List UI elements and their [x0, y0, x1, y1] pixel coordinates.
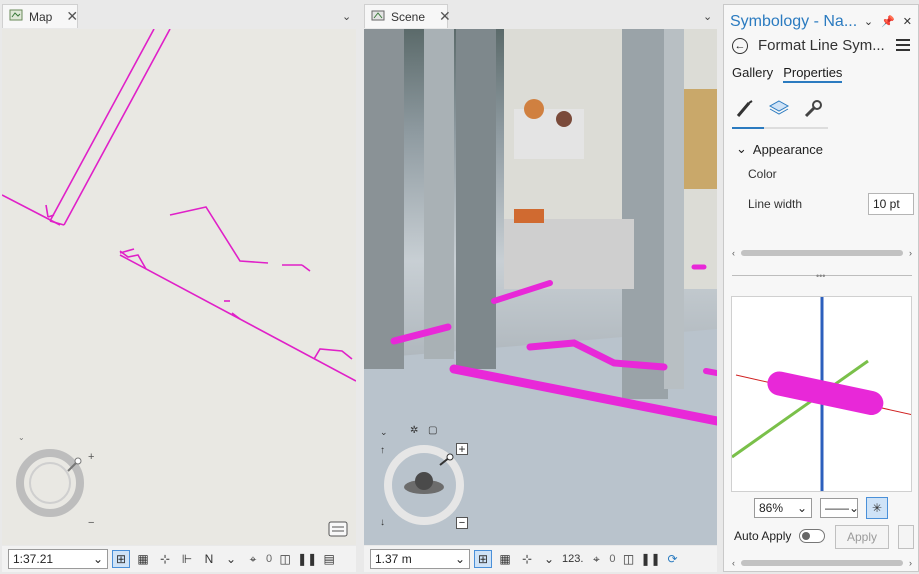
constraints-icon[interactable]: ⊹	[156, 550, 174, 568]
map-selection-count: 0	[266, 553, 273, 565]
color-label: Color	[748, 167, 777, 181]
pan-icon[interactable]: ▢	[428, 425, 437, 436]
chevron-down-icon: ⌄	[736, 141, 747, 156]
tab-scene-label: Scene	[391, 9, 426, 24]
map-view[interactable]: + − ⌄	[2, 29, 356, 545]
zoom-out-icon[interactable]: −	[456, 517, 468, 529]
chevron-down-icon[interactable]: ⌄	[18, 433, 25, 442]
preview-controls: 86% ⌄ —— ⌄ ✳	[754, 497, 888, 519]
scene-view[interactable]: ⌄ ✲ ▢ ↑ ↓ + −	[364, 29, 717, 545]
line-style-combo[interactable]: —— ⌄	[820, 498, 860, 518]
cancel-button[interactable]	[898, 525, 914, 549]
pane-tabs: Gallery Properties	[732, 65, 843, 83]
tab-map[interactable]: Map ✕	[2, 4, 78, 28]
scene-readout: 123.	[562, 553, 584, 565]
snapping-icon[interactable]: ⊞	[474, 550, 492, 568]
scene-selection-count: 0	[609, 553, 616, 565]
appearance-section-header[interactable]: ⌄ Appearance	[736, 141, 823, 157]
section-title: Appearance	[752, 141, 824, 157]
close-icon[interactable]: ✕	[903, 15, 912, 28]
zoom-in-icon[interactable]: +	[456, 443, 468, 455]
layers-icon[interactable]	[768, 97, 790, 121]
zoom-value: 86%	[759, 501, 784, 515]
scene-navigator-control[interactable]	[382, 443, 466, 530]
back-arrow-icon[interactable]: ←	[732, 37, 748, 54]
table-icon[interactable]: ▤	[320, 550, 338, 568]
auto-apply-toggle[interactable]	[799, 529, 826, 543]
chevron-right-icon[interactable]: ›	[909, 248, 912, 258]
tab-scene[interactable]: Scene ✕	[364, 4, 451, 28]
app-window: Map ✕ ⌄ Scene ✕ ⌄ + − ⌄ ⌄ ✲ ▢ ↑ ↓ + − 1:…	[0, 0, 919, 574]
pin-icon[interactable]: 📌	[881, 15, 895, 28]
scroll-thumb[interactable]	[741, 560, 903, 566]
grip-icon[interactable]: •••	[816, 271, 825, 281]
chevron-down-icon: ⌄	[849, 501, 860, 515]
symbol-preview[interactable]	[731, 296, 912, 492]
paintbrush-icon[interactable]	[734, 97, 756, 121]
zoom-out-icon[interactable]: −	[88, 517, 94, 529]
chevron-down-icon: ⌄	[454, 552, 465, 566]
north-arrow-icon[interactable]: N	[200, 550, 218, 568]
line-style-icon: ——	[825, 501, 849, 515]
symbology-pane: Symbology - Na... ⌄ 📌 ✕ ← Format Line Sy…	[723, 4, 919, 572]
chevron-down-icon[interactable]: ⌄	[703, 10, 712, 23]
pause-icon[interactable]: ❚❚	[641, 550, 661, 568]
pane-title: Symbology - Na...	[730, 13, 858, 30]
close-icon[interactable]: ✕	[439, 8, 451, 25]
auto-apply-row: Auto Apply	[734, 529, 826, 543]
line-width-label: Line width	[748, 197, 803, 211]
tab-properties[interactable]: Properties	[783, 65, 843, 83]
map-statusbar: 1:37.21 ⌄ ⊞ ▦ ⊹ ⊩ N ⌄ ⌖ 0 ◫ ❚❚ ▤	[2, 546, 356, 572]
refresh-display-icon[interactable]: ◫	[276, 550, 294, 568]
snapping-icon[interactable]: ⊞	[112, 550, 130, 568]
scene-distance-combo[interactable]: 1.37 m ⌄	[370, 549, 470, 569]
chevron-down-icon[interactable]: ⌄	[342, 10, 351, 23]
chevron-left-icon[interactable]: ‹	[732, 558, 735, 568]
pane-title-controls: ⌄ 📌 ✕	[864, 15, 912, 28]
pause-icon[interactable]: ❚❚	[297, 550, 317, 568]
pane-bottom-scrollbar[interactable]: ‹ ›	[732, 557, 912, 569]
zoom-combo[interactable]: 86% ⌄	[754, 498, 812, 518]
tab-gallery[interactable]: Gallery	[732, 65, 773, 83]
back-row: ← Format Line Sym...	[732, 37, 885, 54]
apply-button[interactable]: Apply	[835, 525, 889, 549]
map-icon	[9, 8, 23, 25]
expand-icon[interactable]: ✲	[410, 425, 418, 436]
table-icon[interactable]	[328, 521, 348, 540]
pane-subtitle: Format Line Sym...	[758, 37, 885, 54]
line-width-field[interactable]: 10 pt	[868, 193, 914, 215]
refresh-display-icon[interactable]: ◫	[620, 550, 638, 568]
properties-scrollbar[interactable]: ‹ ›	[732, 247, 912, 259]
selection-icon[interactable]: ⌖	[244, 550, 262, 568]
chevron-down-icon: ⌄	[92, 552, 103, 566]
zoom-in-icon[interactable]: +	[88, 451, 94, 463]
tool-tab-indicator	[732, 127, 828, 129]
constraints-icon[interactable]: ⊹	[518, 550, 536, 568]
measure-icon[interactable]: ⊩	[178, 550, 196, 568]
chevron-down-icon[interactable]: ⌄	[222, 550, 240, 568]
chevron-down-icon: ⌄	[796, 501, 807, 515]
close-icon[interactable]: ✕	[66, 8, 78, 25]
auto-apply-label: Auto Apply	[734, 529, 792, 543]
refresh-icon[interactable]: ⟳	[664, 550, 682, 568]
scene-distance-value: 1.37 m	[375, 552, 412, 566]
chevron-down-icon[interactable]: ⌄	[864, 15, 873, 28]
view-3d-icon[interactable]: ✳	[866, 497, 888, 519]
map-scale-combo[interactable]: 1:37.21 ⌄	[8, 549, 108, 569]
wrench-icon[interactable]	[802, 97, 824, 121]
selection-icon[interactable]: ⌖	[587, 550, 605, 568]
chevron-right-icon[interactable]: ›	[909, 558, 912, 568]
scene-icon	[371, 8, 385, 25]
chevron-left-icon[interactable]: ‹	[732, 248, 735, 258]
map-scale-value: 1:37.21	[13, 552, 54, 566]
chevron-down-icon[interactable]: ⌄	[540, 550, 558, 568]
tab-map-label: Map	[29, 9, 53, 24]
symbol-tool-tabs	[734, 97, 824, 121]
chevron-down-icon[interactable]: ⌄	[380, 427, 388, 438]
grid-icon[interactable]: ▦	[496, 550, 514, 568]
menu-icon[interactable]	[896, 39, 910, 54]
scroll-thumb[interactable]	[741, 250, 903, 256]
scene-statusbar: 1.37 m ⌄ ⊞ ▦ ⊹ ⌄ 123. ⌖ 0 ◫ ❚❚ ⟳	[364, 546, 717, 572]
grid-icon[interactable]: ▦	[134, 550, 152, 568]
